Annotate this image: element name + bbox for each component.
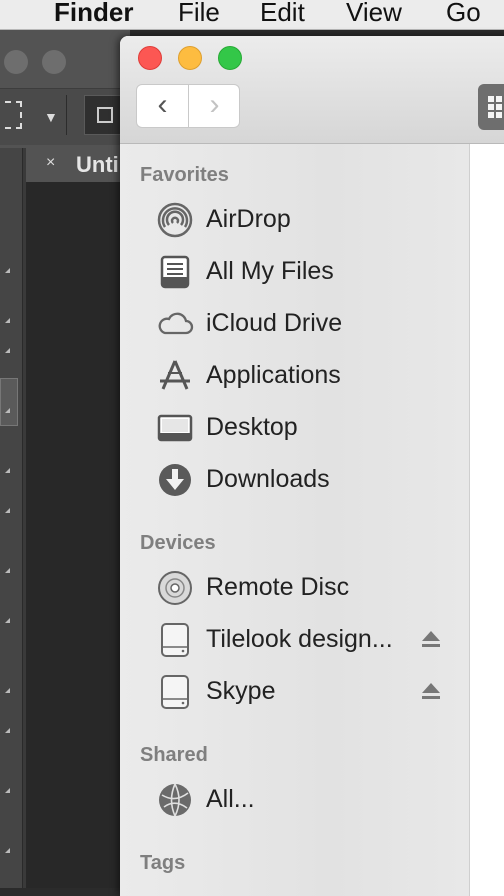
finder-window: ‹ › Favorites AirDrop All My Files iClou… (120, 36, 504, 896)
sidebar-item-label: AirDrop (206, 205, 291, 233)
sidebar-item-all-my-files[interactable]: All My Files (120, 248, 470, 296)
sidebar-item-remote-disc[interactable]: Remote Disc (120, 564, 470, 612)
eject-icon[interactable] (420, 628, 442, 650)
drive-icon (161, 623, 189, 657)
background-minimize-button[interactable] (42, 50, 66, 74)
applications-icon (160, 360, 190, 390)
chevron-down-icon[interactable]: ▼ (44, 109, 58, 125)
tab-title: Unti (76, 152, 119, 177)
menu-bar: Finder File Edit View Go (0, 0, 504, 30)
drive-icon (161, 675, 189, 709)
sidebar-item-desktop[interactable]: Desktop (120, 404, 470, 452)
sidebar-item-airdrop[interactable]: AirDrop (120, 196, 470, 244)
sidebar-item-icloud-drive[interactable]: iCloud Drive (120, 300, 470, 348)
network-icon (159, 783, 191, 817)
marquee-tool-icon[interactable] (0, 101, 22, 129)
close-button[interactable] (138, 46, 162, 70)
background-app-titlebar: ▼ (0, 30, 130, 148)
sidebar-item-label: All My Files (206, 257, 334, 285)
finder-content-area[interactable] (470, 144, 504, 896)
airdrop-icon (157, 202, 193, 238)
finder-sidebar: Favorites AirDrop All My Files iCloud Dr… (120, 144, 470, 896)
sidebar-item-skype[interactable]: Skype (120, 668, 470, 716)
background-close-button[interactable] (4, 50, 28, 74)
disc-icon (158, 571, 192, 605)
document-tab-bar: × Unti (26, 148, 130, 182)
sidebar-item-label: Tilelook design... (206, 625, 393, 653)
menu-go[interactable]: Go (446, 0, 481, 28)
section-favorites: Favorites (140, 164, 229, 186)
menu-edit[interactable]: Edit (260, 0, 305, 28)
tab-close-icon[interactable]: × (46, 154, 55, 172)
icloud-icon (158, 312, 194, 335)
minimize-button[interactable] (178, 46, 202, 70)
toolbar-divider (66, 95, 67, 135)
background-app-window: ▼ × Unti (0, 30, 130, 888)
section-devices: Devices (140, 532, 216, 554)
sidebar-item-label: Downloads (206, 465, 330, 493)
sidebar-item-label: Desktop (206, 413, 298, 441)
sidebar-item-applications[interactable]: Applications (120, 352, 470, 400)
sidebar-item-label: iCloud Drive (206, 309, 343, 337)
tool-selected[interactable] (0, 378, 18, 426)
desktop-icon (157, 414, 193, 442)
sidebar-item-label: Skype (206, 677, 276, 705)
sidebar-item-shared-all[interactable]: All... (120, 776, 470, 824)
navigation-buttons: ‹ › (136, 84, 240, 128)
document-tab[interactable]: × Unti (26, 148, 130, 182)
forward-button[interactable]: › (189, 85, 240, 127)
section-tags: Tags (140, 852, 186, 874)
finder-titlebar: ‹ › (120, 36, 504, 144)
section-shared: Shared (140, 744, 208, 766)
downloads-icon (159, 464, 191, 496)
menu-view[interactable]: View (346, 0, 402, 28)
tools-panel (0, 148, 23, 888)
sidebar-item-label: Applications (206, 361, 341, 389)
icon-view-button[interactable] (478, 84, 504, 130)
sidebar-item-label: All... (206, 785, 255, 813)
sidebar-item-downloads[interactable]: Downloads (120, 456, 470, 504)
all-my-files-icon (160, 255, 190, 289)
menu-file[interactable]: File (178, 0, 220, 28)
sidebar-item-tilelook-design[interactable]: Tilelook design... (120, 616, 470, 664)
back-button[interactable]: ‹ (137, 85, 189, 127)
background-toolbar: ▼ (0, 88, 130, 145)
menu-app-finder[interactable]: Finder (54, 0, 133, 28)
document-canvas[interactable] (26, 182, 130, 888)
zoom-button[interactable] (218, 46, 242, 70)
eject-icon[interactable] (420, 680, 442, 702)
sidebar-item-label: Remote Disc (206, 573, 350, 601)
